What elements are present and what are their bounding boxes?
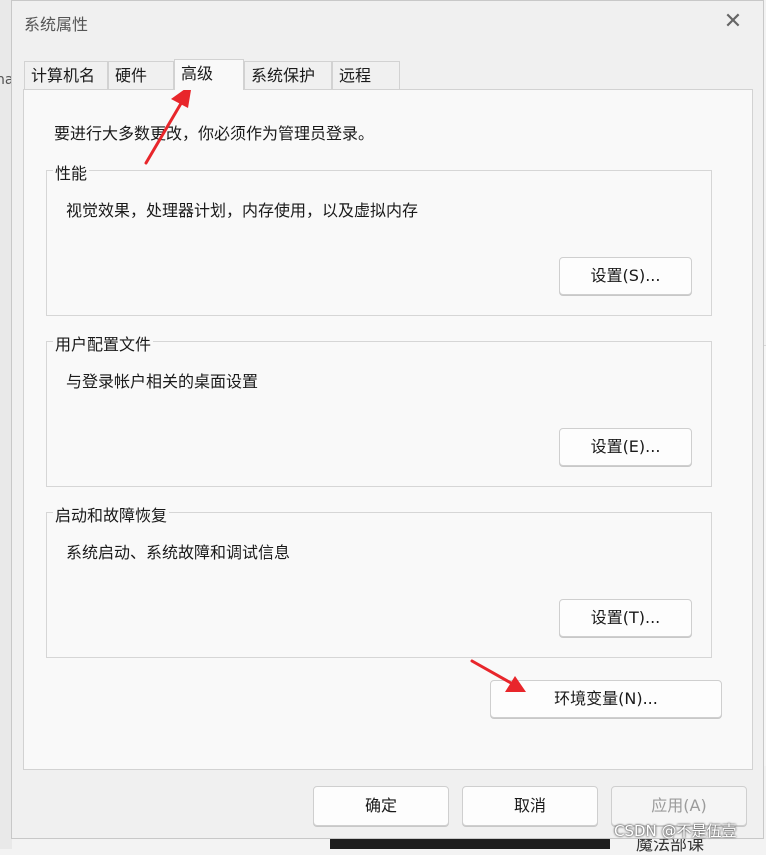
user-profiles-group-title: 用户配置文件: [53, 331, 154, 355]
tab-advanced[interactable]: 高级: [174, 59, 244, 90]
tab-remote[interactable]: 远程: [332, 61, 400, 89]
startup-recovery-description: 系统启动、系统故障和调试信息: [66, 543, 291, 562]
watermark: CSDN @不是伍壹: [614, 822, 737, 840]
performance-description: 视觉效果，处理器计划，内存使用，以及虚拟内存: [66, 201, 419, 220]
environment-variables-button[interactable]: 环境变量(N)...: [490, 680, 722, 718]
close-icon[interactable]: ✕: [720, 9, 746, 35]
startup-recovery-settings-button[interactable]: 设置(T)...: [559, 599, 692, 637]
tab-computer-name[interactable]: 计算机名: [24, 61, 108, 89]
user-profiles-settings-button[interactable]: 设置(E)...: [559, 428, 692, 466]
user-profiles-group: 用户配置文件 与登录帐户相关的桌面设置 设置(E)...: [46, 331, 712, 487]
startup-recovery-group-title: 启动和故障恢复: [53, 502, 170, 526]
cancel-button[interactable]: 取消: [462, 786, 598, 826]
performance-settings-button[interactable]: 设置(S)...: [559, 257, 692, 295]
performance-group-title: 性能: [53, 160, 90, 184]
startup-recovery-group: 启动和故障恢复 系统启动、系统故障和调试信息 设置(T)...: [46, 502, 712, 658]
tab-hardware[interactable]: 硬件: [108, 61, 174, 89]
admin-notice: 要进行大多数更改，你必须作为管理员登录。: [54, 124, 375, 143]
advanced-tab-panel: 要进行大多数更改，你必须作为管理员登录。 性能 视觉效果，处理器计划，内存使用，…: [23, 89, 753, 770]
window-title: 系统属性: [24, 15, 89, 34]
performance-group: 性能 视觉效果，处理器计划，内存使用，以及虚拟内存 设置(S)...: [46, 160, 712, 316]
user-profiles-description: 与登录帐户相关的桌面设置: [66, 372, 259, 391]
tab-system-protection[interactable]: 系统保护: [244, 61, 332, 89]
ok-button[interactable]: 确定: [313, 786, 449, 826]
system-properties-dialog: 系统属性 ✕ 计算机名 硬件 高级 系统保护 远程 要进行大多数更改，你必须作为…: [11, 0, 764, 839]
